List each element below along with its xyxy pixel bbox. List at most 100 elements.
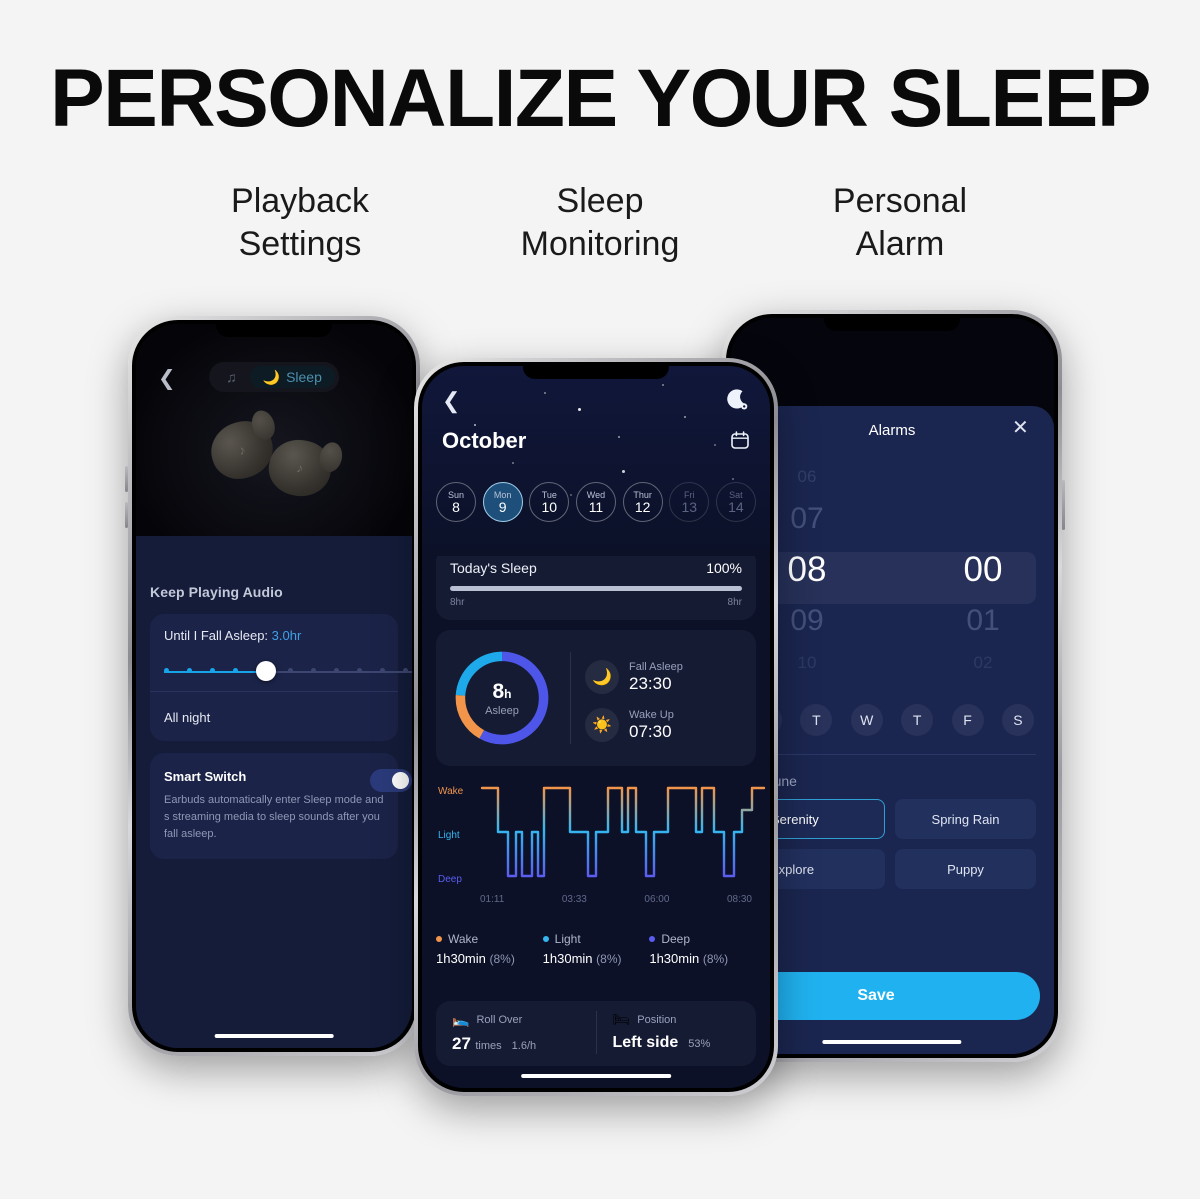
hypnogram-line [480, 786, 766, 878]
music-note-icon[interactable]: ♫ [213, 366, 250, 388]
hypnogram-x-axis: 01:11 03:33 06:00 08:30 [480, 894, 752, 905]
sun-icon: ☀️ [585, 708, 619, 742]
fall-asleep-slider[interactable] [164, 661, 412, 683]
hypnogram-x-label: 03:33 [561, 894, 587, 905]
right-phone-screen: Alarms ✕ 06 07 08 09 10 00 01 02 T W T F… [730, 318, 1054, 1054]
position-icon: 🛏 [612, 1011, 631, 1027]
alarms-header: Alarms ✕ [730, 406, 1054, 460]
position-percent: 53% [688, 1038, 711, 1050]
weekday-t1[interactable]: T [800, 704, 833, 736]
weekday-t2[interactable]: T [901, 704, 934, 736]
phone-center-sleep-monitoring: ❮ October Sun 8 Mon 9 Tue 10 Wed 11 Thur… [414, 358, 778, 1096]
phone-left-playback-settings: ❮ ♫ 🌙 Sleep ♪ ♪ Keep Playing Audio Until… [125, 316, 420, 1056]
day-cell-mon-9[interactable]: Mon 9 [482, 482, 523, 522]
minute-option[interactable] [902, 494, 1054, 544]
hypnogram-x-label: 06:00 [644, 894, 670, 905]
day-cell-thur-12[interactable]: Thur 12 [622, 482, 663, 522]
fall-asleep-row: 🌙 Fall Asleep 23:30 [585, 660, 742, 694]
subhead-line1: Playback [231, 182, 369, 220]
legend-duration-light: 1h30min [542, 951, 593, 966]
todays-sleep-label: Today's Sleep [450, 560, 537, 576]
todays-sleep-progressbar [450, 586, 742, 591]
feature-subheads: Playback Settings Sleep Monitoring Perso… [150, 180, 1050, 265]
day-cell-sun-8[interactable]: Sun 8 [436, 482, 476, 522]
legend-percent-deep: (8%) [702, 952, 729, 966]
donut-total-unit: h [504, 686, 512, 701]
weekday-s[interactable]: S [1001, 704, 1034, 736]
all-night-option[interactable]: All night [164, 692, 384, 725]
minute-option[interactable]: 02 [902, 646, 1054, 680]
volume-up-button[interactable] [125, 466, 128, 492]
tune-spring-rain[interactable]: Spring Rain [895, 799, 1036, 839]
wake-up-row: ☀️ Wake Up 07:30 [585, 708, 742, 742]
todays-sleep-card: Today's Sleep 100% 8hr 8hr [436, 548, 756, 620]
month-header: October [422, 428, 770, 472]
day-cell-fri-13[interactable]: Fri 13 [669, 482, 710, 522]
hypnogram-chart: Wake Light Deep 01:11 03:33 06:00 08:30 [436, 776, 766, 926]
left-phone-screen: ❮ ♫ 🌙 Sleep ♪ ♪ Keep Playing Audio Until… [136, 324, 412, 1048]
divider [570, 652, 571, 744]
notch [522, 366, 670, 379]
home-indicator [822, 1040, 962, 1044]
sleep-mode-segment[interactable]: 🌙 Sleep [249, 366, 335, 388]
stat-roll-over[interactable]: 🛌 Roll Over 27 times 1.6/h [436, 1011, 596, 1054]
sleep-times: 🌙 Fall Asleep 23:30 ☀️ Wake Up 07:30 [585, 654, 742, 742]
wake-up-tune-label: Up Tune [744, 773, 797, 789]
moon-settings-icon[interactable] [724, 388, 750, 414]
volume-down-button[interactable] [125, 502, 128, 528]
todays-sleep-percent: 100% [706, 560, 742, 576]
page-title: PERSONALIZE YOUR SLEEP [49, 53, 1152, 144]
subhead-personal-alarm: Personal Alarm [750, 180, 1050, 265]
moon-icon: 🌙 [585, 660, 619, 694]
moon-zzz-icon: 🌙 [262, 368, 281, 385]
hypnogram-legend: Wake 1h30min (8%) Light 1h30min (8%) Dee… [436, 932, 756, 966]
sleep-donut-chart: 8h Asleep [450, 646, 554, 750]
mode-toggle-pill[interactable]: ♫ 🌙 Sleep [209, 362, 339, 392]
position-value: Left side [612, 1034, 679, 1051]
home-indicator [521, 1074, 671, 1078]
time-picker[interactable]: 06 07 08 09 10 00 01 02 [730, 460, 1054, 690]
calendar-icon[interactable] [730, 430, 750, 450]
subhead-sleep-monitoring: Sleep Monitoring [450, 180, 750, 265]
legend-item-wake: Wake 1h30min (8%) [436, 932, 515, 966]
home-indicator [214, 1034, 334, 1038]
legend-item-deep: Deep 1h30min (8%) [649, 932, 729, 966]
sleep-bar-left-label: 8hr [450, 597, 465, 608]
notch [216, 324, 332, 337]
close-icon[interactable]: ✕ [1012, 418, 1032, 438]
minute-picker-column[interactable]: 00 01 02 [902, 460, 1054, 680]
legend-percent-light: (8%) [596, 952, 622, 966]
repeat-weekdays: M T W T F S [730, 690, 1054, 754]
fall-asleep-time: 23:30 [629, 674, 672, 693]
wake-up-label: Wake Up [629, 709, 674, 721]
tune-grid: Serenity Spring Rain Explore Puppy [730, 799, 1054, 889]
weekday-f[interactable]: F [951, 704, 984, 736]
alarms-sheet: Alarms ✕ 06 07 08 09 10 00 01 02 T W T F… [730, 406, 1054, 1054]
fall-asleep-value: 3.0hr [271, 628, 302, 643]
subhead-line2: Alarm [855, 224, 945, 263]
keep-playing-audio-title: Keep Playing Audio [150, 584, 283, 600]
minute-option[interactable]: 01 [902, 596, 1054, 646]
minute-option[interactable] [902, 460, 1054, 494]
minute-option-selected[interactable]: 00 [902, 544, 1054, 596]
stat-position[interactable]: 🛏 Position Left side 53% [595, 1011, 757, 1054]
subhead-playback-settings: Playback Settings [150, 180, 450, 265]
hypnogram-y-deep: Deep [438, 874, 462, 885]
fall-asleep-label: Until I Fall Asleep: [164, 628, 269, 643]
tune-puppy[interactable]: Puppy [895, 849, 1036, 889]
smart-switch-description: Earbuds automatically enter Sleep mode a… [164, 794, 384, 841]
chevron-left-icon[interactable]: ❮ [158, 368, 176, 389]
power-button[interactable] [1062, 480, 1065, 530]
day-cell-wed-11[interactable]: Wed 11 [575, 482, 616, 522]
weekday-w[interactable]: W [850, 704, 883, 736]
legend-duration-wake: 1h30min [436, 951, 486, 966]
smart-switch-toggle[interactable] [370, 769, 412, 792]
slider-thumb[interactable] [256, 661, 276, 681]
legend-item-light: Light 1h30min (8%) [542, 932, 622, 966]
day-cell-sat-14[interactable]: Sat 14 [715, 482, 756, 522]
notch [823, 318, 961, 331]
fall-asleep-row: Until I Fall Asleep: 3.0hr [164, 628, 384, 643]
month-label: October [442, 428, 527, 453]
chevron-left-icon[interactable]: ❮ [442, 390, 460, 412]
subhead-line2: Settings [238, 224, 362, 263]
